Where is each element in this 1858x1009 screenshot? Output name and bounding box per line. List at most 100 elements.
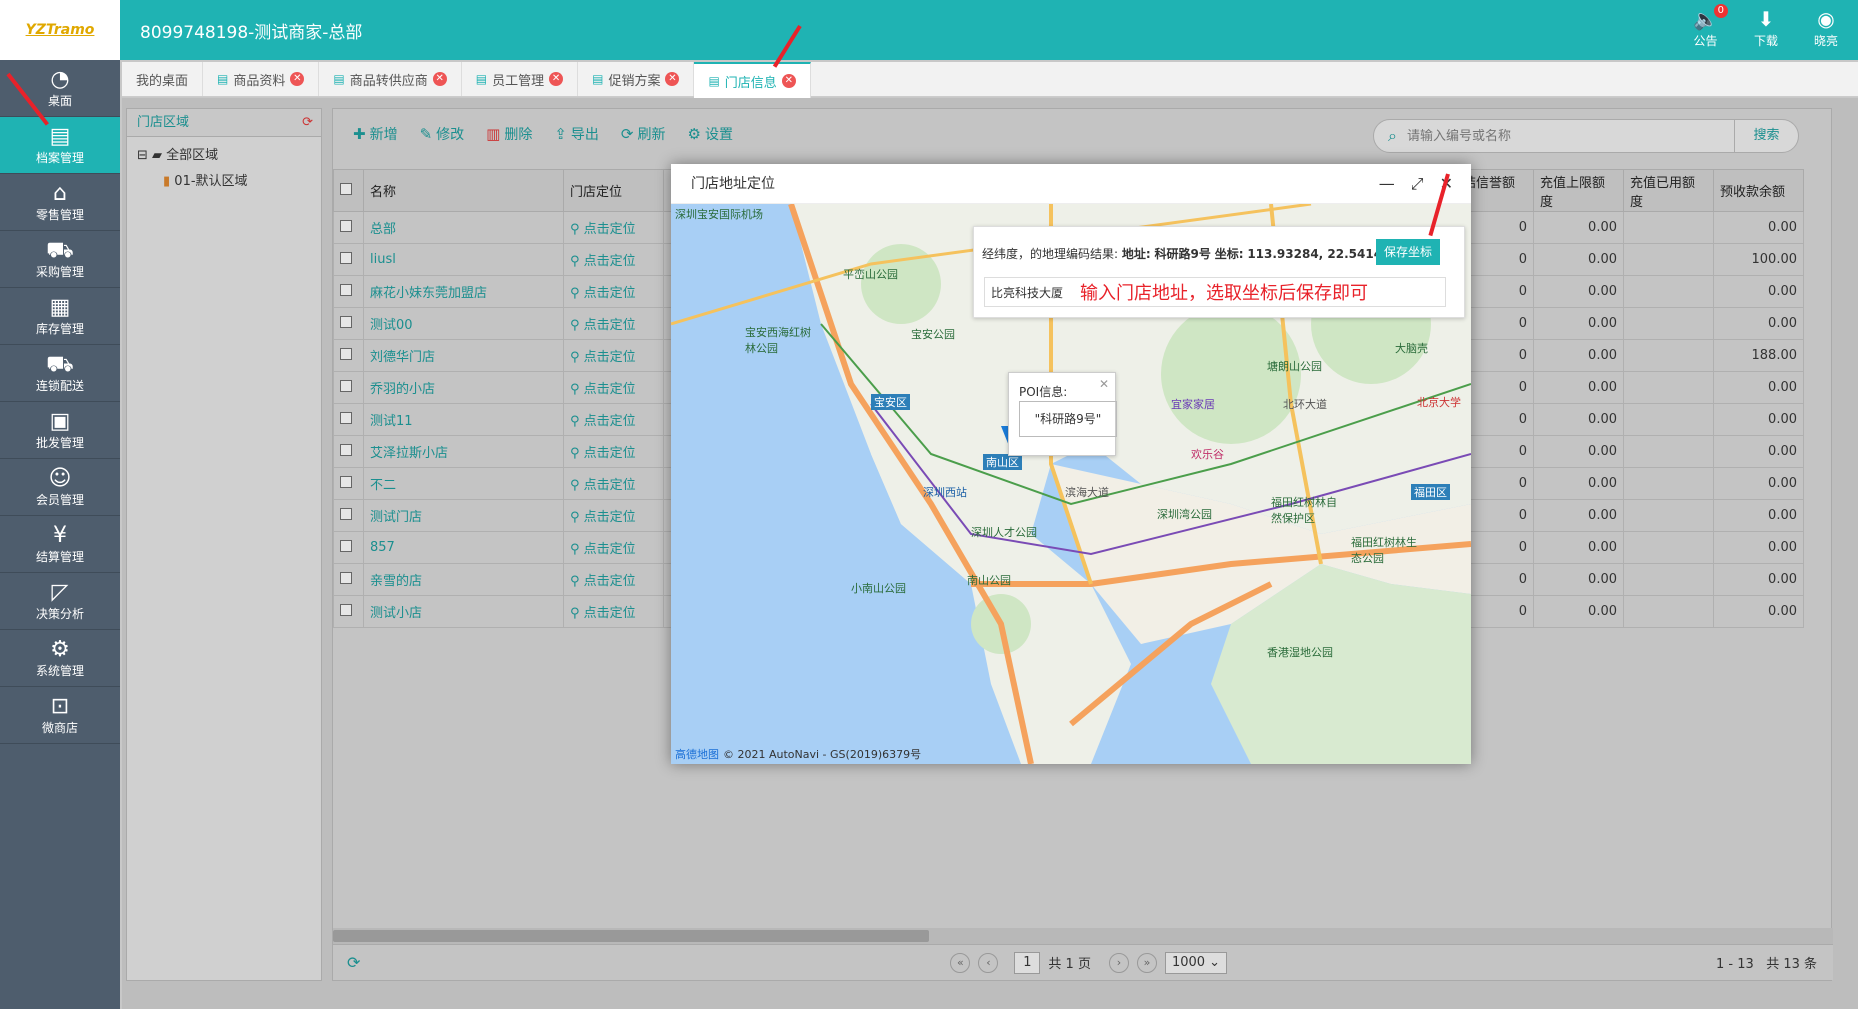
tab-promotion[interactable]: ▤ 促销方案 ✕ <box>578 62 695 96</box>
locate-cell[interactable]: ⚲ 点击定位 <box>563 531 664 564</box>
store-name-cell[interactable]: 麻花小妹东莞加盟店 <box>363 275 564 308</box>
add-button[interactable]: ✚ 新增 <box>353 124 398 144</box>
close-icon[interactable]: ✕ <box>1099 377 1109 391</box>
tab-store-info[interactable]: ▤ 门店信息 ✕ <box>694 62 811 98</box>
user-menu[interactable]: ◉ 晓亮 <box>1814 6 1838 49</box>
prev-page-icon[interactable]: ‹ <box>978 952 999 973</box>
row-checkbox[interactable] <box>340 251 352 264</box>
locate-cell[interactable]: ⚲ 点击定位 <box>563 211 664 244</box>
maximize-icon[interactable]: ⤢ <box>1411 164 1424 204</box>
row-checkbox[interactable] <box>340 571 352 584</box>
geocode-result: 经纬度，的地理编码结果: 地址: 科研路9号 坐标: 113.93284, 22… <box>982 247 1399 261</box>
horizontal-scrollbar[interactable] <box>333 928 1833 944</box>
row-checkbox[interactable] <box>340 507 352 520</box>
row-checkbox[interactable] <box>340 475 352 488</box>
close-icon[interactable]: ✕ <box>432 72 447 86</box>
page-input[interactable]: 1 <box>1014 951 1041 974</box>
refresh-button[interactable]: ⟳ 刷新 <box>621 124 666 144</box>
search-input[interactable] <box>1406 128 1734 144</box>
header-checkbox[interactable] <box>333 169 364 212</box>
row-checkbox[interactable] <box>340 603 352 616</box>
refresh-icon[interactable]: ⟳ <box>347 953 360 972</box>
locate-cell[interactable]: ⚲ 点击定位 <box>563 563 664 596</box>
locate-cell[interactable]: ⚲ 点击定位 <box>563 499 664 532</box>
save-coordinate-button[interactable]: 保存坐标 <box>1376 239 1440 265</box>
close-icon[interactable]: ✕ <box>290 72 305 86</box>
export-button[interactable]: ⇪ 导出 <box>554 124 599 144</box>
row-checkbox[interactable] <box>340 379 352 392</box>
settings-button[interactable]: ⚙ 设置 <box>688 124 733 144</box>
locate-cell[interactable]: ⚲ 点击定位 <box>563 275 664 308</box>
sidebar-item-member[interactable]: ☺ 会员管理 <box>0 459 120 516</box>
sidebar-item-wholesale[interactable]: ▣ 批发管理 <box>0 402 120 459</box>
sidebar-item-system[interactable]: ⚙ 系统管理 <box>0 630 120 687</box>
sidebar-item-analysis[interactable]: ◸ 决策分析 <box>0 573 120 630</box>
map-label: 北京大学 <box>1417 396 1461 409</box>
row-checkbox[interactable] <box>340 347 352 360</box>
search-button[interactable]: 搜索 <box>1734 120 1798 152</box>
store-name-cell[interactable]: 测试门店 <box>363 499 564 532</box>
sidebar-item-inventory[interactable]: ▦ 库存管理 <box>0 288 120 345</box>
store-name-cell[interactable]: 857 <box>363 531 564 564</box>
store-name-cell[interactable]: 测试00 <box>363 307 564 340</box>
row-checkbox[interactable] <box>340 539 352 552</box>
tab-desktop[interactable]: 我的桌面 <box>122 62 204 96</box>
tree-node-root[interactable]: ⊟ ▰ 全部区域 <box>137 143 311 169</box>
column-header-location[interactable]: 门店定位 <box>563 169 664 212</box>
edit-button[interactable]: ✎ 修改 <box>420 124 465 144</box>
store-name-cell[interactable]: liusl <box>363 243 564 276</box>
close-icon[interactable]: ✕ <box>549 72 564 86</box>
store-name-cell[interactable]: 刘德华门店 <box>363 339 564 372</box>
sidebar-item-purchase[interactable]: ⛟ 采购管理 <box>0 231 120 288</box>
store-name-cell[interactable]: 不二 <box>363 467 564 500</box>
folder-open-icon: ⊟ ▰ <box>137 148 163 163</box>
locate-cell[interactable]: ⚲ 点击定位 <box>563 595 664 628</box>
sidebar-item-delivery[interactable]: ⛟ 连锁配送 <box>0 345 120 402</box>
tab-employee[interactable]: ▤ 员工管理 ✕ <box>462 62 579 96</box>
store-name-cell[interactable]: 亲雪的店 <box>363 563 564 596</box>
sidebar-item-wechat-shop[interactable]: ⊡ 微商店 <box>0 687 120 744</box>
locate-cell[interactable]: ⚲ 点击定位 <box>563 339 664 372</box>
scrollbar-thumb[interactable] <box>333 930 929 942</box>
location-pin-icon: ⚲ <box>570 414 580 429</box>
store-name-cell[interactable]: 测试11 <box>363 403 564 436</box>
tab-product[interactable]: ▤ 商品资料 ✕ <box>203 62 320 96</box>
sidebar-item-settlement[interactable]: ¥ 结算管理 <box>0 516 120 573</box>
download-button[interactable]: ⬇ 下载 <box>1754 6 1778 49</box>
column-header-name[interactable]: 名称 <box>363 169 564 212</box>
minimize-icon[interactable]: — <box>1379 164 1395 204</box>
locate-cell[interactable]: ⚲ 点击定位 <box>563 371 664 404</box>
column-header-prepaid-balance[interactable]: 预收款余额 <box>1713 169 1804 212</box>
store-name-cell[interactable]: 总部 <box>363 211 564 244</box>
top-bar: YZTramo 8099748198-测试商家-总部 🔈 0 公告 ⬇ 下载 ◉… <box>0 0 1858 60</box>
locate-cell[interactable]: ⚲ 点击定位 <box>563 243 664 276</box>
sidebar-item-archive[interactable]: ▤ 档案管理 <box>0 117 120 174</box>
row-checkbox[interactable] <box>340 411 352 424</box>
store-name-cell[interactable]: 艾泽拉斯小店 <box>363 435 564 468</box>
locate-cell[interactable]: ⚲ 点击定位 <box>563 467 664 500</box>
column-header-recharge-used[interactable]: 充值已用额度 <box>1623 169 1714 212</box>
close-icon[interactable]: ✕ <box>665 72 680 86</box>
tab-product-supplier[interactable]: ▤ 商品转供应商 ✕ <box>319 62 462 96</box>
next-page-icon[interactable]: › <box>1108 952 1129 973</box>
delete-button[interactable]: ▥ 删除 <box>486 124 532 144</box>
store-name-cell[interactable]: 测试小店 <box>363 595 564 628</box>
locate-cell[interactable]: ⚲ 点击定位 <box>563 435 664 468</box>
locate-cell[interactable]: ⚲ 点击定位 <box>563 307 664 340</box>
row-checkbox[interactable] <box>340 219 352 232</box>
map[interactable]: 深圳宝安国际机场 平峦山公园 宝安西海红树林公园 宝安公园 宝安区 南山区 深圳… <box>671 204 1471 764</box>
first-page-icon[interactable]: « <box>950 952 971 973</box>
refresh-icon[interactable]: ⟳ <box>302 109 313 137</box>
locate-cell[interactable]: ⚲ 点击定位 <box>563 403 664 436</box>
column-header-recharge-limit[interactable]: 充值上限额度 <box>1533 169 1624 212</box>
row-checkbox[interactable] <box>340 283 352 296</box>
sidebar-item-retail[interactable]: ⌂ 零售管理 <box>0 174 120 231</box>
page-size-select[interactable]: 1000 ⌄ <box>1164 951 1228 974</box>
row-checkbox[interactable] <box>340 443 352 456</box>
store-name-cell[interactable]: 乔羽的小店 <box>363 371 564 404</box>
announcement-button[interactable]: 🔈 0 公告 <box>1693 4 1728 49</box>
tree-node-default[interactable]: ▮ 01-默认区域 <box>137 169 311 195</box>
row-checkbox[interactable] <box>340 315 352 328</box>
last-page-icon[interactable]: » <box>1136 952 1157 973</box>
close-icon[interactable]: ✕ <box>781 74 796 88</box>
